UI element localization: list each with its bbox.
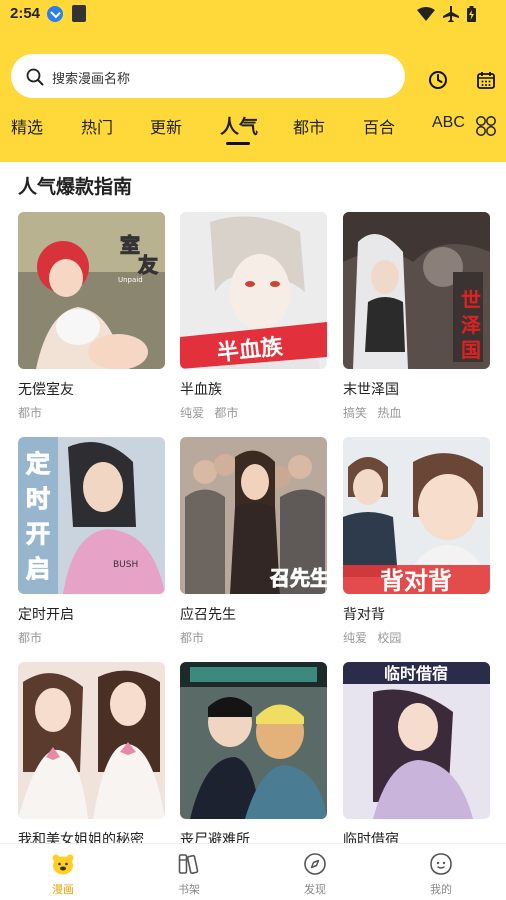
face-icon <box>430 853 452 875</box>
tab-abc[interactable]: ABC <box>432 114 465 132</box>
comic-title: 临时借宿 <box>343 831 399 843</box>
comic-tags: 纯爱 校园 <box>343 629 408 646</box>
active-tab-indicator <box>226 142 250 145</box>
category-tabs: 精选 热门 更新 人气 都市 百合 ABC <box>0 110 506 150</box>
nav-label: 漫画 <box>52 884 74 896</box>
download-icon <box>47 6 63 22</box>
comic-title: 末世泽国 <box>343 381 399 397</box>
bottom-nav: 漫画 书架 发现 我的 <box>0 843 506 900</box>
nav-discover[interactable]: 发现 <box>252 844 378 900</box>
comic-cover: BUSH 定 时 开 启 <box>18 437 165 594</box>
calendar-icon[interactable] <box>477 71 495 89</box>
search-placeholder: 搜索漫画名称 <box>52 71 131 86</box>
svg-text:时: 时 <box>26 485 50 513</box>
comic-cover <box>18 662 165 819</box>
comic-tag: 纯爱 <box>343 631 368 645</box>
comic-card[interactable]: 丧尸避难所 <box>180 662 327 843</box>
comic-title: 背对背 <box>343 606 385 622</box>
svg-text:泽: 泽 <box>461 313 481 337</box>
svg-text:开: 开 <box>26 520 50 548</box>
comic-cover: 临时借宿 <box>343 662 490 819</box>
comic-tags: 纯爱 都市 <box>180 404 245 421</box>
comic-tag: 都市 <box>18 631 43 645</box>
airplane-icon <box>443 6 459 22</box>
comic-card[interactable]: 室 友 Unpaid 无偿室友 都市 <box>18 212 165 422</box>
search-input[interactable]: 搜索漫画名称 <box>11 54 405 98</box>
tab-yuri[interactable]: 百合 <box>363 114 395 138</box>
svg-text:国: 国 <box>461 338 481 362</box>
svg-text:临时借宿: 临时借宿 <box>384 664 448 683</box>
bear-icon <box>52 854 74 875</box>
comic-tag: 都市 <box>18 406 43 420</box>
app-notification-icon <box>72 5 86 22</box>
comic-tag: 纯爱 <box>180 406 205 420</box>
category-grid-icon[interactable] <box>475 115 497 137</box>
comic-card[interactable]: 临时借宿 临时借宿 <box>343 662 490 843</box>
comic-tags: 都市 <box>18 629 49 646</box>
svg-text:定: 定 <box>26 450 50 478</box>
comic-card[interactable]: 我和美女姐姐的秘密 <box>18 662 165 843</box>
comic-tag: 都市 <box>180 631 205 645</box>
comic-card[interactable]: 召先生 应召先生 都市 <box>180 437 327 647</box>
tab-updated[interactable]: 更新 <box>150 114 182 138</box>
nav-comics[interactable]: 漫画 <box>0 844 126 900</box>
wifi-icon <box>417 7 435 21</box>
history-icon[interactable] <box>428 70 448 90</box>
svg-text:背对背: 背对背 <box>380 567 452 594</box>
tab-urban[interactable]: 都市 <box>293 114 325 138</box>
status-icons <box>417 6 476 22</box>
status-bar: 2:54 <box>0 0 506 30</box>
svg-text:召先生: 召先生 <box>269 566 327 590</box>
comic-tag: 热血 <box>377 406 402 420</box>
compass-icon <box>304 853 326 875</box>
comic-tag: 都市 <box>214 406 239 420</box>
comic-cover <box>180 662 327 819</box>
comic-tags: 搞笑 热血 <box>343 404 408 421</box>
tab-popular[interactable]: 人气 <box>220 112 258 139</box>
battery-icon <box>467 6 476 22</box>
comic-title: 我和美女姐姐的秘密 <box>18 831 144 843</box>
comic-title: 定时开启 <box>18 606 74 622</box>
svg-text:友: 友 <box>138 253 158 277</box>
comic-cover: 世 泽 国 <box>343 212 490 369</box>
comic-cover: 召先生 <box>180 437 327 594</box>
comic-tag: 校园 <box>377 631 402 645</box>
svg-text:Unpaid: Unpaid <box>118 276 143 284</box>
comic-card[interactable]: 世 泽 国 末世泽国 搞笑 热血 <box>343 212 490 422</box>
status-time: 2:54 <box>10 5 41 22</box>
nav-label: 发现 <box>304 884 326 896</box>
tab-featured[interactable]: 精选 <box>11 114 43 138</box>
nav-label: 书架 <box>178 884 200 896</box>
bookshelf-icon <box>178 854 199 875</box>
comic-tag: 搞笑 <box>343 406 368 420</box>
comic-card[interactable]: 半血族 半血族 纯爱 都市 <box>180 212 327 422</box>
nav-bookshelf[interactable]: 书架 <box>126 844 252 900</box>
search-icon <box>26 68 44 86</box>
nav-label: 我的 <box>430 884 452 896</box>
comic-card[interactable]: 背对背 背对背 纯爱 校园 <box>343 437 490 647</box>
section-title: 人气爆款指南 <box>18 177 133 198</box>
comic-title: 半血族 <box>180 381 222 397</box>
svg-text:启: 启 <box>26 555 50 583</box>
comic-title: 无偿室友 <box>18 381 74 397</box>
svg-text:室: 室 <box>120 233 140 257</box>
comic-tags: 都市 <box>180 629 211 646</box>
comic-cover: 背对背 <box>343 437 490 594</box>
svg-text:世: 世 <box>461 288 481 312</box>
comic-title: 丧尸避难所 <box>180 831 250 843</box>
header: 2:54 搜索漫画名称 精选 热门 更新 人气 都市 百合 ABC <box>0 0 506 162</box>
comic-card[interactable]: BUSH 定 时 开 启 定时开启 都市 <box>18 437 165 647</box>
comic-cover: 室 友 Unpaid <box>18 212 165 369</box>
comic-cover: 半血族 <box>180 212 327 369</box>
tab-hot[interactable]: 热门 <box>81 114 113 138</box>
comic-tags: 都市 <box>18 404 49 421</box>
comic-title: 应召先生 <box>180 606 236 622</box>
svg-text:BUSH: BUSH <box>113 560 138 570</box>
nav-profile[interactable]: 我的 <box>378 844 504 900</box>
